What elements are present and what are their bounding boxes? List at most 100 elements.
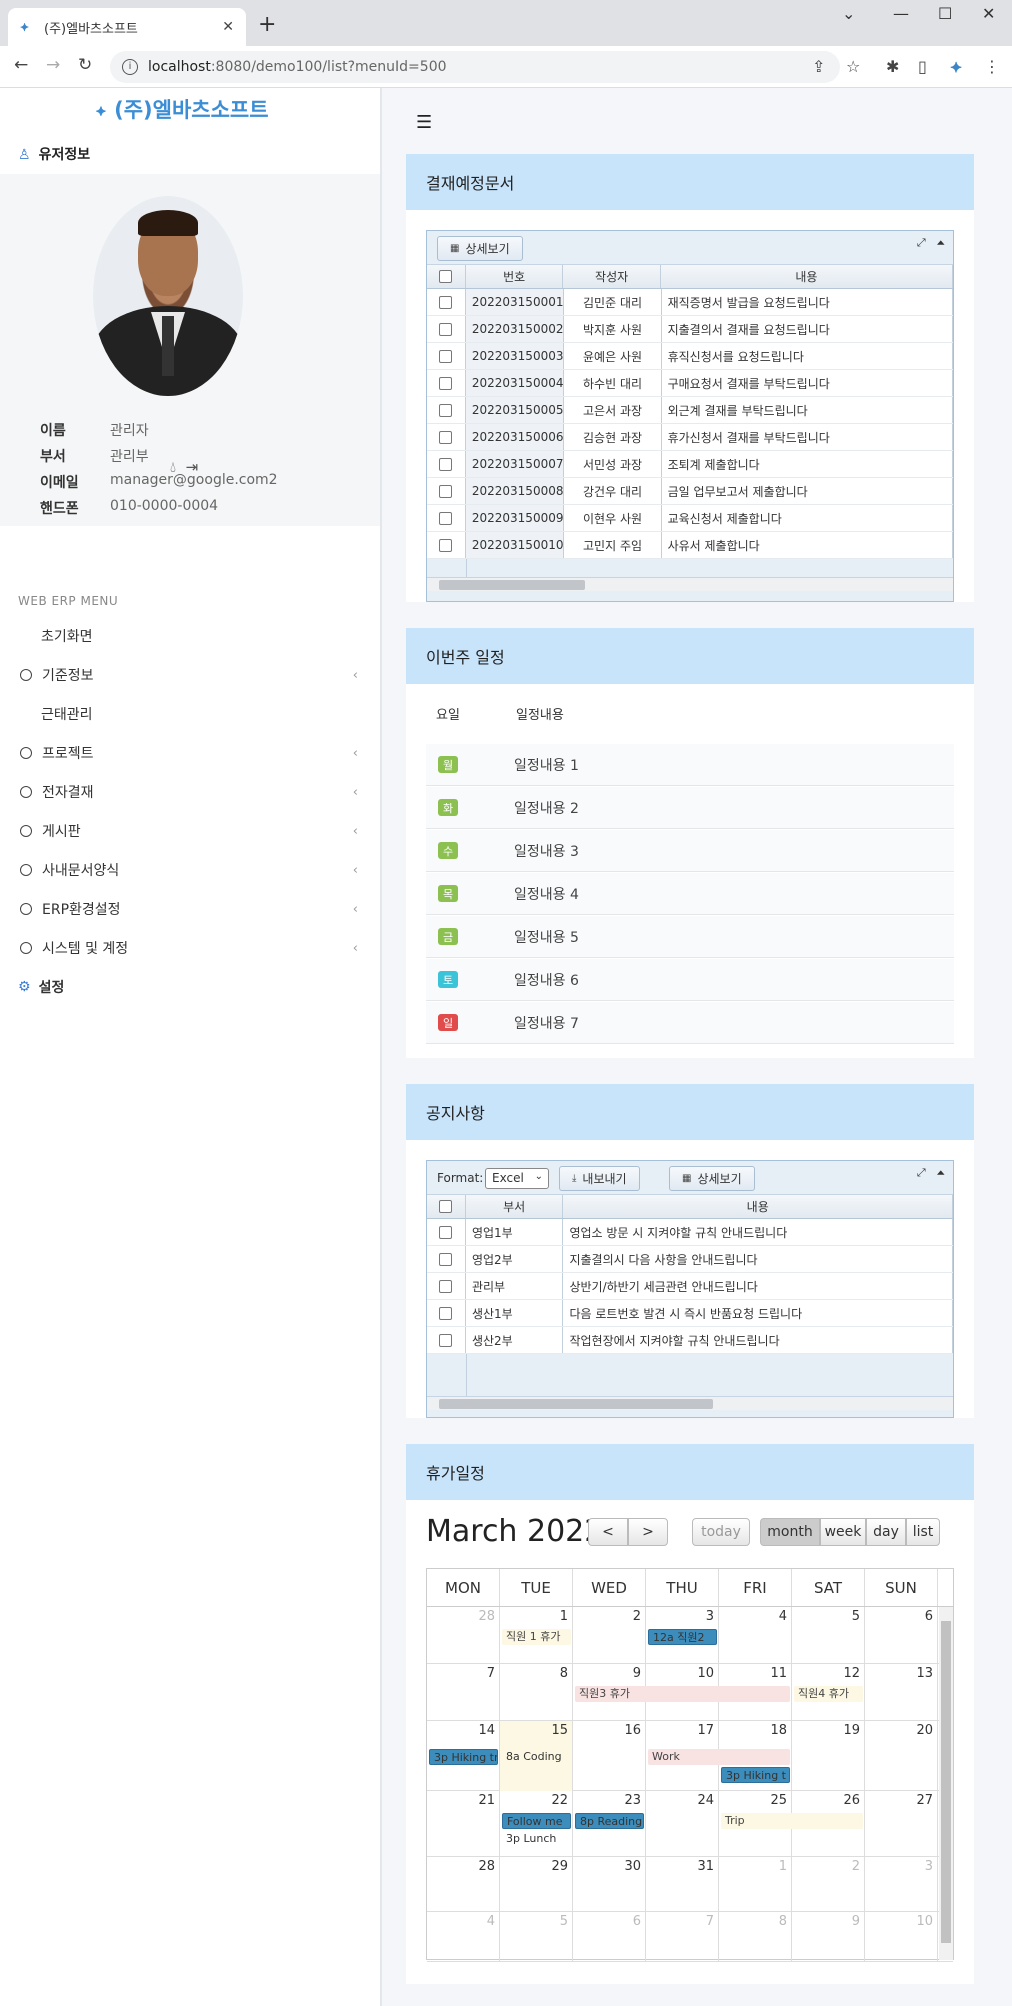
hamburger-menu-icon[interactable]: ☰ — [416, 112, 432, 133]
calendar-day[interactable]: 16 — [573, 1721, 646, 1791]
col-header-dept[interactable]: 부서 — [466, 1195, 564, 1218]
horizontal-scrollbar[interactable] — [427, 577, 953, 591]
menu-item-erp-settings[interactable]: ERP환경설정 ‹ — [0, 890, 380, 928]
scroll-thumb[interactable] — [439, 580, 585, 590]
calendar-event[interactable]: Follow me — [502, 1813, 571, 1829]
export-button[interactable]: ⤓ 내보내기 — [559, 1166, 640, 1191]
calendar-event[interactable]: Work — [648, 1749, 790, 1765]
calendar-day[interactable]: 4 — [719, 1607, 792, 1664]
calendar-day[interactable]: 10 — [865, 1912, 938, 1962]
collapse-icon[interactable]: ⏶ — [936, 236, 945, 249]
row-checkbox[interactable] — [439, 1333, 453, 1347]
col-header-content[interactable]: 내용 — [661, 265, 953, 288]
calendar-day[interactable]: 27 — [865, 1791, 938, 1857]
table-row[interactable]: 202203150002 박지훈 사원 지출결의서 결재를 요청드립니다 — [427, 316, 953, 343]
menu-item-project[interactable]: 프로젝트 ‹ — [0, 734, 380, 772]
today-button[interactable]: today — [692, 1518, 750, 1546]
browser-menu-icon[interactable]: ⋮ — [984, 57, 1000, 76]
url-field[interactable]: i localhost:8080/demo100/list?menuId=500 — [110, 51, 840, 83]
calendar-day[interactable]: 30 — [573, 1857, 646, 1912]
extensions-icon[interactable]: ✱ — [886, 57, 899, 76]
logout-icon[interactable]: ⇥ — [186, 458, 199, 476]
table-row[interactable]: 202203150004 하수빈 대리 구매요청서 결재를 부탁드립니다 — [427, 370, 953, 397]
view-list-button[interactable]: list — [906, 1518, 940, 1546]
collapse-icon[interactable]: ⏶ — [936, 1166, 945, 1179]
format-select[interactable]: Excel ⌄ — [485, 1168, 549, 1189]
calendar-event[interactable]: 8a Coding — [502, 1749, 571, 1765]
col-header-writer[interactable]: 작성자 — [563, 265, 661, 288]
table-row[interactable]: 202203150003 윤예은 사원 휴직신청서를 요청드립니다 — [427, 343, 953, 370]
table-row[interactable]: 202203150005 고은서 과장 외근계 결재를 부탁드립니다 — [427, 397, 953, 424]
row-checkbox[interactable] — [439, 295, 453, 309]
menu-item-basic-info[interactable]: 기준정보 ‹ — [0, 656, 380, 694]
menu-item-board[interactable]: 게시판 ‹ — [0, 812, 380, 850]
theme-drop-icon[interactable]: 💧︎ — [170, 458, 176, 476]
scroll-thumb[interactable] — [439, 1399, 713, 1409]
col-header-num[interactable]: 번호 — [466, 265, 564, 288]
calendar-event[interactable]: 직원 1 휴가 — [502, 1629, 571, 1645]
calendar-day[interactable]: 28 — [427, 1857, 500, 1912]
row-checkbox[interactable] — [439, 1225, 453, 1239]
new-tab-button[interactable]: + — [258, 12, 276, 37]
calendar-day[interactable]: 31 — [646, 1857, 719, 1912]
calendar-event[interactable]: 3p Lunch — [502, 1831, 571, 1847]
menu-item-doc-forms[interactable]: 사내문서양식 ‹ — [0, 851, 380, 889]
detail-view-button[interactable]: ▦ 상세보기 — [437, 236, 523, 261]
calendar-event[interactable]: 직원4 휴가 — [794, 1686, 863, 1702]
view-week-button[interactable]: week — [820, 1518, 866, 1546]
menu-item-approval[interactable]: 전자결재 ‹ — [0, 773, 380, 811]
menu-item-home[interactable]: 초기화면 — [0, 617, 380, 655]
extension-app-icon[interactable]: ⯌ — [950, 57, 962, 77]
next-month-button[interactable]: > — [628, 1518, 668, 1546]
row-checkbox[interactable] — [439, 403, 453, 417]
expand-icon[interactable]: ⤢ — [917, 1166, 926, 1179]
calendar-day[interactable]: 24 — [646, 1791, 719, 1857]
calendar-day[interactable]: 21 — [427, 1791, 500, 1857]
row-checkbox[interactable] — [439, 511, 453, 525]
table-row[interactable]: 영업1부 영업소 방문 시 지켜야할 규칙 안내드립니다 — [427, 1219, 953, 1246]
menu-item-attendance[interactable]: 근태관리 — [0, 695, 380, 733]
col-header-content[interactable]: 내용 — [563, 1195, 953, 1218]
calendar-day[interactable]: 9 — [792, 1912, 865, 1962]
table-row[interactable]: 202203150006 김승현 과장 휴가신청서 결재를 부탁드립니다 — [427, 424, 953, 451]
row-checkbox[interactable] — [439, 1306, 453, 1320]
calendar-day[interactable]: 8 — [500, 1664, 573, 1721]
calendar-day[interactable]: 5 — [792, 1607, 865, 1664]
calendar-day[interactable]: 4 — [427, 1912, 500, 1962]
table-row[interactable]: 영업2부 지출결의시 다음 사항을 안내드립니다 — [427, 1246, 953, 1273]
table-row[interactable]: 202203150009 이현우 사원 교육신청서 제출합니다 — [427, 505, 953, 532]
share-icon[interactable]: ⇪ — [812, 57, 825, 76]
expand-icon[interactable]: ⤢ — [917, 236, 926, 249]
side-panel-icon[interactable]: ▯ — [918, 57, 927, 76]
calendar-day[interactable]: 13 — [865, 1664, 938, 1721]
calendar-day[interactable]: 5 — [500, 1912, 573, 1962]
row-checkbox[interactable] — [439, 430, 453, 444]
table-row[interactable]: 관리부 상반기/하반기 세금관련 안내드립니다 — [427, 1273, 953, 1300]
back-icon[interactable]: ← — [14, 55, 28, 75]
maximize-icon[interactable]: ☐ — [938, 4, 952, 23]
table-row[interactable]: 202203150007 서민성 과장 조퇴계 제출합니다 — [427, 451, 953, 478]
calendar-day[interactable]: 29 — [500, 1857, 573, 1912]
select-all-checkbox[interactable] — [439, 1200, 453, 1213]
row-checkbox[interactable] — [439, 457, 453, 471]
calendar-day[interactable]: 19 — [792, 1721, 865, 1791]
table-row[interactable]: 202203150001 김민준 대리 재직증명서 발급을 요청드립니다 — [427, 289, 953, 316]
bookmark-star-icon[interactable]: ☆ — [846, 57, 860, 76]
row-checkbox[interactable] — [439, 322, 453, 336]
calendar-day[interactable]: 20 — [865, 1721, 938, 1791]
calendar-day[interactable]: 6 — [865, 1607, 938, 1664]
row-checkbox[interactable] — [439, 1279, 453, 1293]
view-day-button[interactable]: day — [866, 1518, 906, 1546]
table-row[interactable]: 생산2부 작업현장에서 지켜야할 규칙 안내드립니다 — [427, 1327, 953, 1354]
calendar-day[interactable]: 7 — [427, 1664, 500, 1721]
calendar-event[interactable]: 3p Hiking t — [721, 1767, 790, 1783]
row-checkbox[interactable] — [439, 376, 453, 390]
tab-close-icon[interactable]: ✕ — [222, 19, 234, 35]
calendar-day[interactable]: 6 — [573, 1912, 646, 1962]
calendar-day[interactable]: 8 — [719, 1912, 792, 1962]
calendar-event[interactable]: 12a 직원2 — [648, 1629, 717, 1645]
vertical-scrollbar[interactable] — [939, 1607, 953, 1960]
prev-month-button[interactable]: < — [588, 1518, 628, 1546]
calendar-event[interactable]: 3p Hiking tr — [429, 1749, 498, 1765]
table-row[interactable]: 생산1부 다음 로트번호 발견 시 즉시 반품요청 드립니다 — [427, 1300, 953, 1327]
